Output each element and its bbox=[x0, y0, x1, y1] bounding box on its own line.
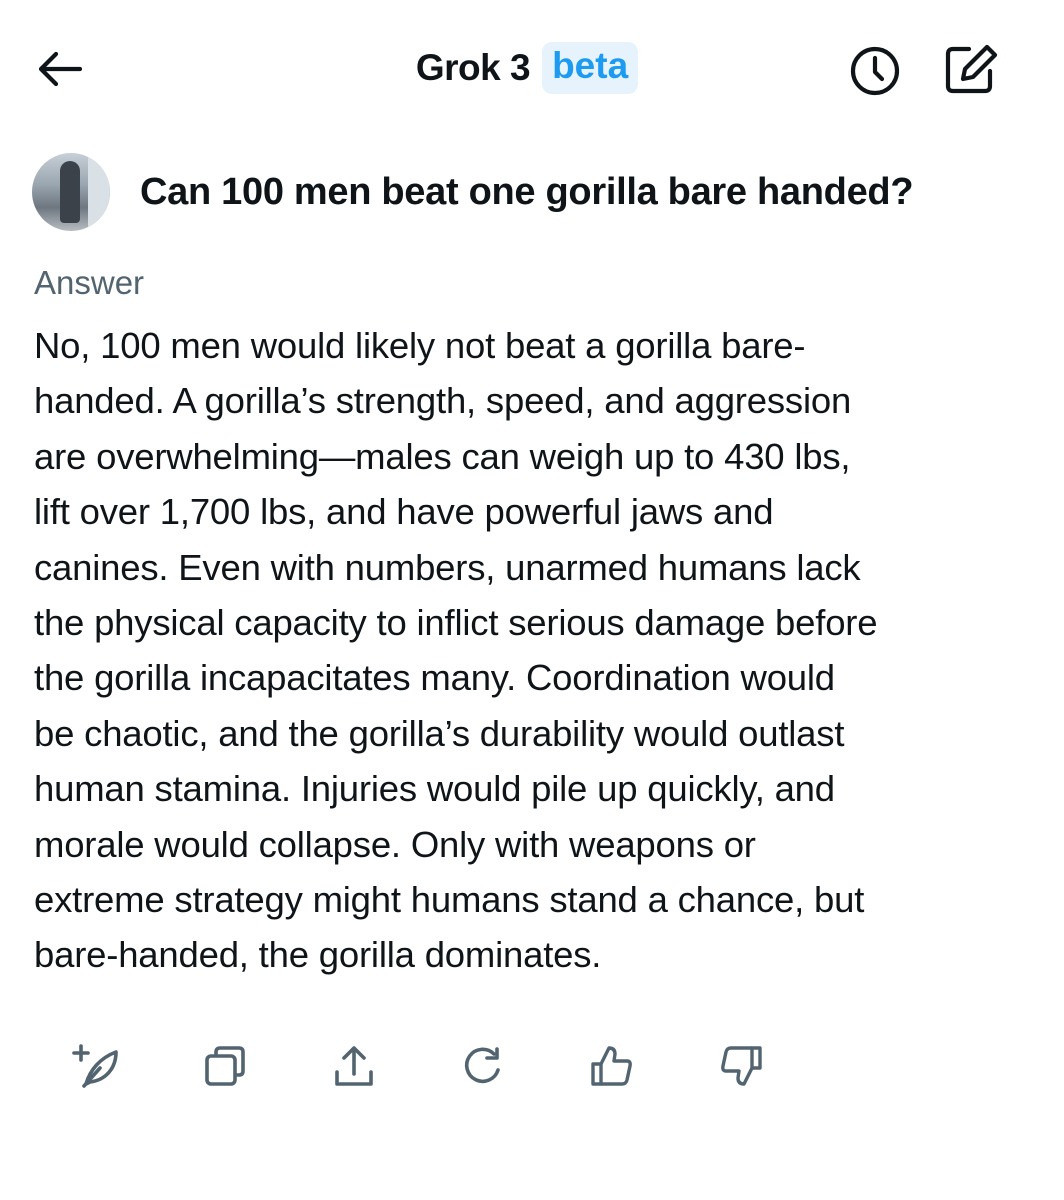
answer-line: No, 100 men would likely not beat a gori… bbox=[34, 325, 806, 366]
answer-line: are overwhelming—males can weigh up to 4… bbox=[34, 435, 851, 477]
answer-line: the physical capacity to inflict serious… bbox=[34, 602, 878, 644]
answer-line: canines. Even with numbers, unarmed huma… bbox=[34, 546, 861, 588]
answer-line: extreme strategy might humans stand a ch… bbox=[34, 879, 865, 921]
dislike-button[interactable] bbox=[711, 1036, 771, 1096]
question-row: Can 100 men beat one gorilla bare handed… bbox=[32, 152, 1042, 232]
answer-body: No, 100 men would likely not beat a gori… bbox=[34, 318, 1044, 983]
answer-line: handed. A gorilla’s strength, speed, and… bbox=[34, 380, 852, 422]
history-button[interactable] bbox=[846, 42, 904, 100]
like-button[interactable] bbox=[582, 1036, 642, 1096]
clock-icon bbox=[849, 45, 901, 97]
title-group: Grok 3 beta bbox=[0, 40, 1064, 96]
answer-line: be chaotic, and the gorilla’s durability… bbox=[34, 712, 845, 754]
thumbs-down-icon bbox=[719, 1044, 763, 1088]
copy-button[interactable] bbox=[195, 1036, 255, 1096]
answer-line: human stamina. Injuries would pile up qu… bbox=[34, 768, 835, 810]
answer-line: lift over 1,700 lbs, and have powerful j… bbox=[34, 491, 774, 533]
action-bar bbox=[66, 1036, 771, 1096]
app-title: Grok 3 bbox=[415, 47, 531, 88]
arrow-left-icon bbox=[36, 49, 82, 89]
new-chat-button[interactable] bbox=[940, 40, 1002, 98]
answer-label: Answer bbox=[34, 264, 145, 301]
back-button[interactable] bbox=[30, 40, 88, 98]
top-bar: Grok 3 beta bbox=[0, 0, 1064, 136]
thumbs-up-icon bbox=[590, 1044, 634, 1088]
answer-line: the gorilla incapacitates many. Coordina… bbox=[34, 657, 835, 699]
regenerate-icon bbox=[461, 1044, 505, 1088]
answer-line: bare-handed, the gorilla dominates. bbox=[34, 934, 602, 976]
compose-icon bbox=[943, 43, 999, 95]
question-text: Can 100 men beat one gorilla bare handed… bbox=[140, 170, 914, 213]
answer-line: morale would collapse. Only with weapons… bbox=[34, 823, 756, 865]
draft-post-button[interactable] bbox=[66, 1036, 126, 1096]
share-button[interactable] bbox=[324, 1036, 384, 1096]
regenerate-button[interactable] bbox=[453, 1036, 513, 1096]
feather-plus-icon bbox=[70, 1044, 122, 1088]
copy-icon bbox=[203, 1044, 247, 1088]
share-icon bbox=[332, 1044, 376, 1088]
avatar[interactable] bbox=[32, 153, 110, 231]
beta-badge: beta bbox=[542, 42, 639, 94]
